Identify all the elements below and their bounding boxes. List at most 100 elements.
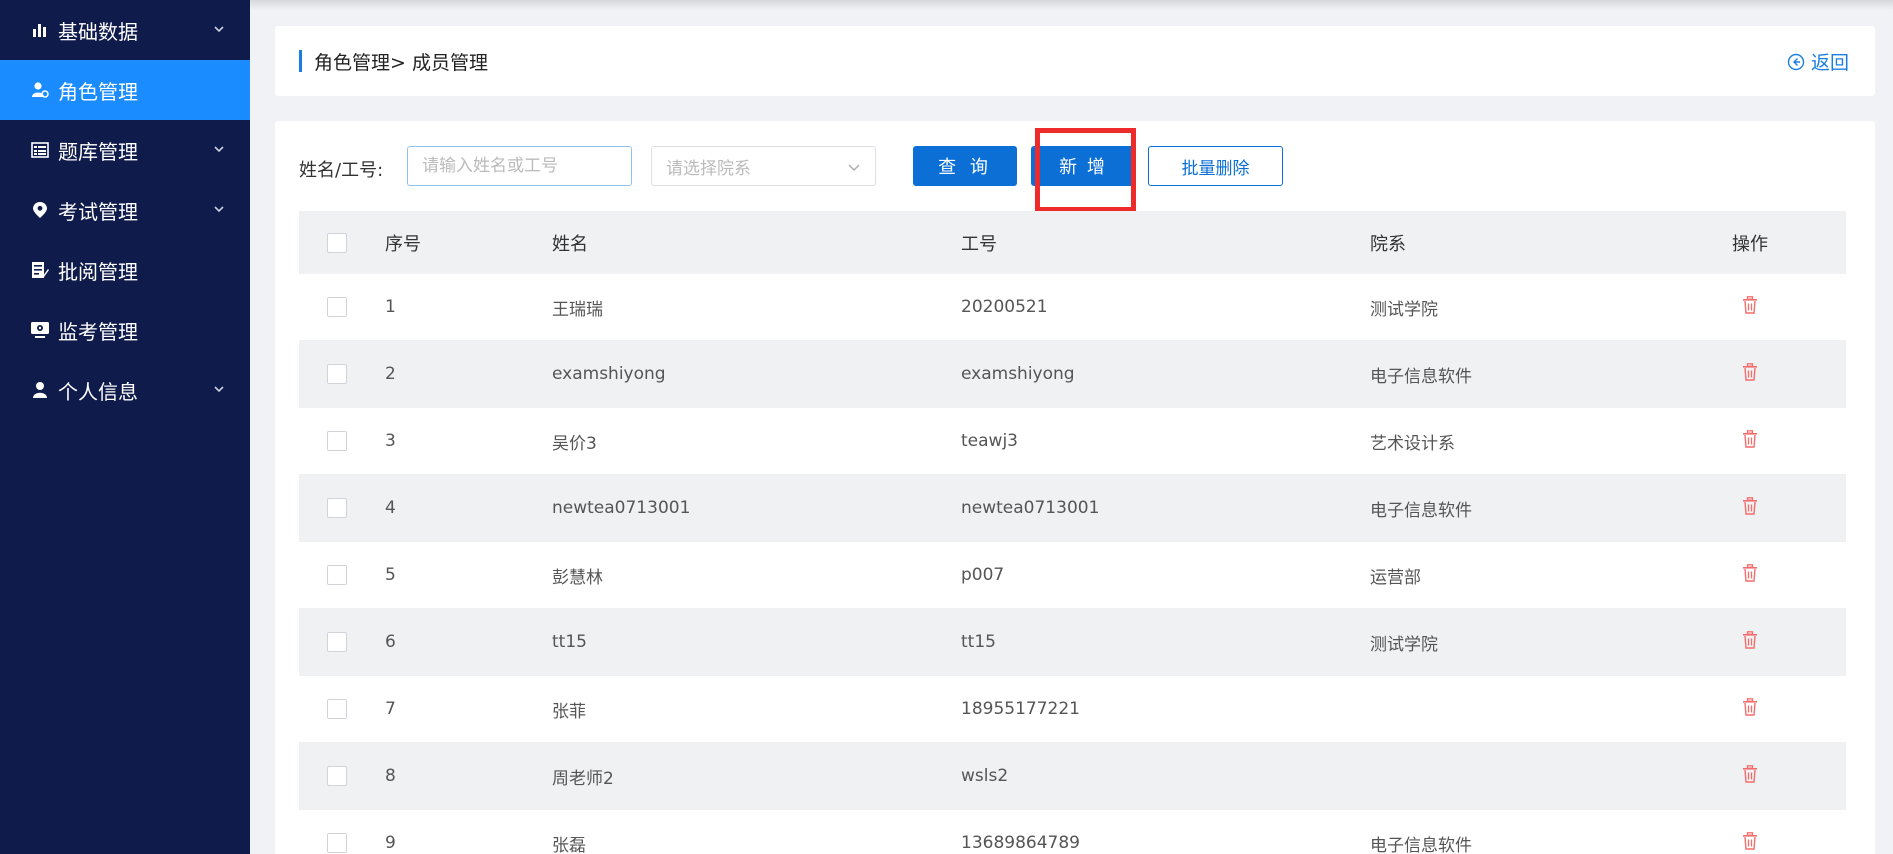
cell-name: 彭慧林 xyxy=(552,567,603,588)
cell-index: 9 xyxy=(385,833,396,853)
cell-number: 20200521 xyxy=(961,297,1048,317)
batch-delete-button[interactable]: 批量删除 xyxy=(1148,146,1283,186)
sidebar-item-label: 角色管理 xyxy=(58,79,138,104)
sidebar-item-exam-management[interactable]: 考试管理 xyxy=(0,180,250,240)
member-table: 序号 姓名 工号 院系 操作 1 王瑞瑞 20200521 测试学院 2 examshiy… xyxy=(299,211,1846,854)
table-row: 5 彭慧林 p007 运营部 xyxy=(299,542,1846,609)
row-checkbox[interactable] xyxy=(327,297,347,317)
breadcrumb: 角色管理> 成员管理 返回 xyxy=(275,26,1875,96)
sidebar-item-label: 监考管理 xyxy=(58,319,138,344)
trash-icon[interactable] xyxy=(1742,429,1758,453)
breadcrumb-accent-bar xyxy=(299,50,302,72)
cell-index: 2 xyxy=(385,364,396,384)
trash-icon[interactable] xyxy=(1742,362,1758,386)
sidebar-item-label: 基础数据 xyxy=(58,19,138,44)
cell-index: 8 xyxy=(385,766,396,786)
cell-index: 1 xyxy=(385,297,396,317)
trash-icon[interactable] xyxy=(1742,764,1758,788)
bar-chart-icon xyxy=(30,20,50,40)
member-panel: 姓名/工号: 请选择院系 查 询 新 增 批量删除 序号 姓名 工号 院系 操作… xyxy=(275,121,1875,854)
cell-name: 王瑞瑞 xyxy=(552,299,603,320)
row-checkbox[interactable] xyxy=(327,565,347,585)
cell-name: 周老师2 xyxy=(552,768,614,789)
table-row: 1 王瑞瑞 20200521 测试学院 xyxy=(299,274,1846,341)
cell-name: newtea0713001 xyxy=(552,498,691,518)
back-link[interactable]: 返回 xyxy=(1787,48,1849,75)
cell-dept: 测试学院 xyxy=(1370,299,1438,320)
sidebar-item-role-management[interactable]: 角色管理 xyxy=(0,60,250,120)
header-dept: 院系 xyxy=(1370,233,1406,255)
table-row: 8 周老师2 wsls2 xyxy=(299,743,1846,810)
row-checkbox[interactable] xyxy=(327,766,347,786)
row-checkbox[interactable] xyxy=(327,632,347,652)
search-label: 姓名/工号: xyxy=(299,160,384,181)
cell-dept: 艺术设计系 xyxy=(1370,433,1455,454)
table-row: 2 examshiyong examshiyong 电子信息软件 xyxy=(299,341,1846,408)
trash-icon[interactable] xyxy=(1742,630,1758,654)
department-select[interactable]: 请选择院系 xyxy=(651,146,876,186)
table-header: 序号 姓名 工号 院系 操作 xyxy=(299,211,1846,274)
sidebar-item-label: 题库管理 xyxy=(58,139,138,164)
sidebar-item-basic-data[interactable]: 基础数据 xyxy=(0,0,250,60)
sidebar-item-personal-info[interactable]: 个人信息 xyxy=(0,360,250,420)
table-row: 7 张菲 18955177221 xyxy=(299,676,1846,743)
cell-name: 张磊 xyxy=(552,835,586,854)
name-search-input[interactable] xyxy=(407,146,632,186)
person-icon xyxy=(30,380,50,400)
location-pin-icon xyxy=(30,200,50,220)
cell-number: newtea0713001 xyxy=(961,498,1100,518)
sidebar-item-review-management[interactable]: 批阅管理 xyxy=(0,240,250,300)
query-button[interactable]: 查 询 xyxy=(913,146,1017,186)
select-all-checkbox[interactable] xyxy=(327,232,347,253)
cell-number: wsls2 xyxy=(961,766,1009,786)
cell-number: 13689864789 xyxy=(961,833,1080,853)
chevron-down-icon xyxy=(214,386,224,393)
cell-name: 吴价3 xyxy=(552,433,597,454)
cell-dept: 电子信息软件 xyxy=(1370,500,1472,521)
cell-name: 张菲 xyxy=(552,701,586,722)
table-row: 9 张磊 13689864789 电子信息软件 xyxy=(299,810,1846,854)
header-number: 工号 xyxy=(961,233,997,255)
trash-icon[interactable] xyxy=(1742,496,1758,520)
sidebar-item-label: 批阅管理 xyxy=(58,259,138,284)
cell-number: 18955177221 xyxy=(961,699,1080,719)
row-checkbox[interactable] xyxy=(327,699,347,719)
sidebar-item-question-bank[interactable]: 题库管理 xyxy=(0,120,250,180)
list-icon xyxy=(30,140,50,160)
header-index: 序号 xyxy=(385,233,421,255)
trash-icon[interactable] xyxy=(1742,295,1758,319)
row-checkbox[interactable] xyxy=(327,431,347,451)
trash-icon[interactable] xyxy=(1742,697,1758,721)
cell-index: 3 xyxy=(385,431,396,451)
user-settings-icon xyxy=(30,80,50,100)
sidebar-item-label: 个人信息 xyxy=(58,379,138,404)
cell-number: examshiyong xyxy=(961,364,1075,384)
chevron-down-icon xyxy=(848,164,860,171)
cell-name: examshiyong xyxy=(552,364,666,384)
cell-index: 5 xyxy=(385,565,396,585)
edit-document-icon xyxy=(30,260,50,280)
cell-number: teawj3 xyxy=(961,431,1018,451)
top-shadow-strip xyxy=(250,0,1893,10)
table-row: 6 tt15 tt15 测试学院 xyxy=(299,609,1846,676)
department-select-placeholder: 请选择院系 xyxy=(666,158,751,179)
cell-number: p007 xyxy=(961,565,1005,585)
breadcrumb-text: 角色管理> 成员管理 xyxy=(314,52,488,74)
sidebar-item-proctor-management[interactable]: 监考管理 xyxy=(0,300,250,360)
sidebar: 基础数据 角色管理 题库管理 考试管理 批阅管理 监考管理 个人信息 xyxy=(0,0,250,854)
chevron-down-icon xyxy=(214,146,224,153)
back-label: 返回 xyxy=(1810,52,1849,74)
cell-number: tt15 xyxy=(961,632,996,652)
sidebar-item-label: 考试管理 xyxy=(58,199,138,224)
table-body: 1 王瑞瑞 20200521 测试学院 2 examshiyong examshiyong 电… xyxy=(299,274,1846,854)
row-checkbox[interactable] xyxy=(327,833,347,853)
header-name: 姓名 xyxy=(552,233,588,255)
trash-icon[interactable] xyxy=(1742,831,1758,854)
header-op: 操作 xyxy=(1732,233,1768,255)
trash-icon[interactable] xyxy=(1742,563,1758,587)
cell-dept: 运营部 xyxy=(1370,567,1421,588)
add-button[interactable]: 新 增 xyxy=(1031,146,1135,186)
row-checkbox[interactable] xyxy=(327,498,347,518)
back-arrow-icon xyxy=(1787,53,1805,70)
row-checkbox[interactable] xyxy=(327,364,347,384)
